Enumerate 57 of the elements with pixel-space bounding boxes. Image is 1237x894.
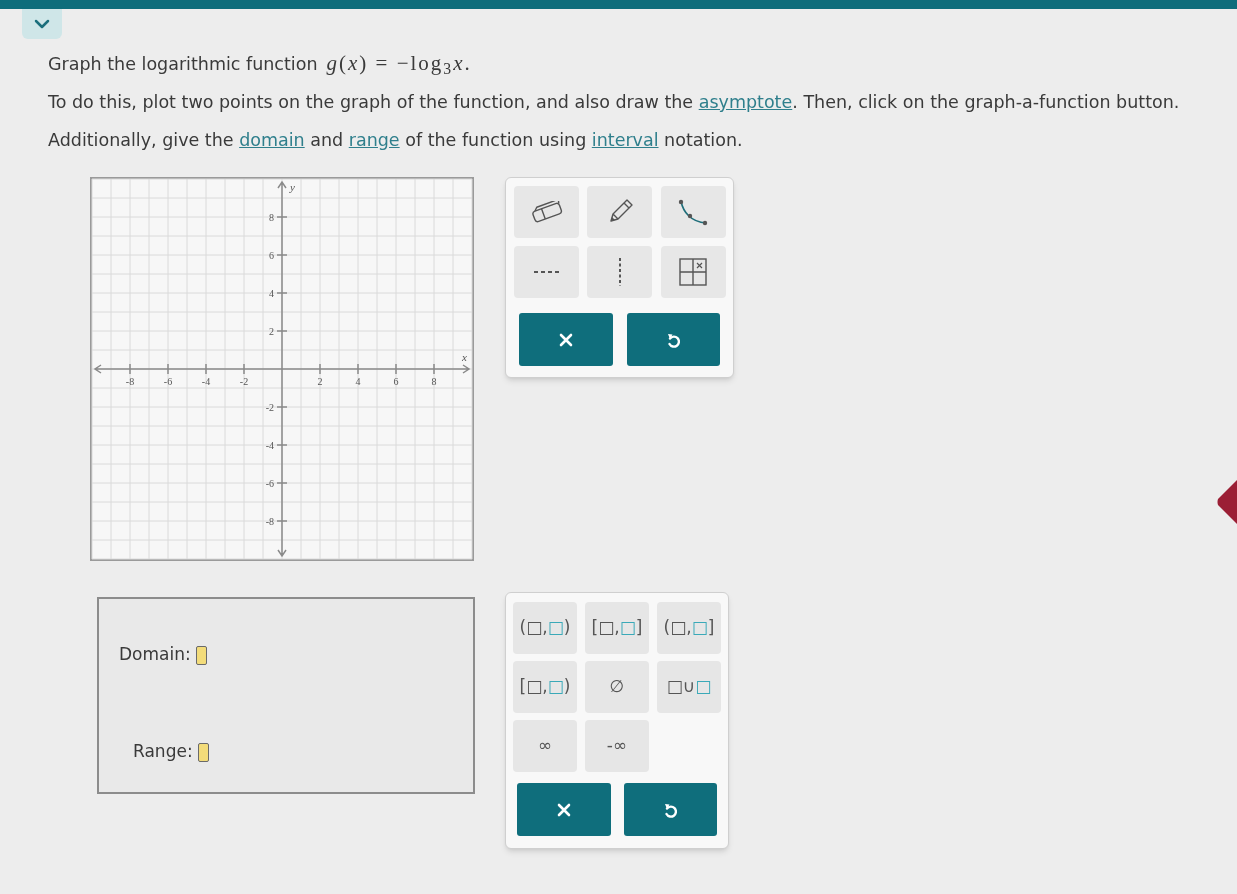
question-text: Graph the logarithmic function g(x) = −log$_{3}$x. (48, 51, 473, 76)
pencil-button[interactable] (587, 186, 653, 238)
side-marker-icon (1217, 480, 1237, 524)
field-label: Domain: (119, 643, 191, 667)
clear-button[interactable] (519, 313, 613, 366)
tick-label: 2 (317, 376, 323, 387)
tick-label: 8 (431, 376, 437, 387)
notation-button[interactable]: (□,□) (513, 602, 577, 654)
curve-icon (677, 198, 710, 226)
answer-box[interactable] (195, 645, 207, 665)
curve-button[interactable] (660, 186, 726, 238)
close-icon (556, 802, 571, 817)
grid-icon (679, 258, 708, 286)
tick-label: -2 (265, 401, 274, 413)
tick-label: -2 (239, 376, 249, 387)
instruction-text: To do this, plot two points on the graph of the function, and also draw the asymptote. Then, click on the graph-a-function button. (48, 91, 1181, 114)
axis-label: y (290, 181, 295, 193)
instruction-text: Additionally, give the domain and range of the function using interval notation. (48, 129, 744, 152)
tick-label: -8 (125, 376, 135, 387)
eraser-icon (529, 201, 564, 223)
tick-label: 6 (269, 249, 274, 261)
tick-label: -4 (201, 376, 211, 387)
field-label: Range: (133, 740, 193, 764)
chevron-down-icon (34, 19, 50, 29)
answer-box[interactable] (197, 742, 209, 762)
notation-button[interactable]: ∞ (513, 720, 577, 772)
collapse-button[interactable] (22, 9, 62, 39)
close-icon (558, 332, 573, 347)
link[interactable]: asymptote (698, 92, 793, 112)
coordinate-plane[interactable]: -8 -6 -4 -2 2 4 6 8 8 6 4 2 -2 -4 -6 -8 x y (90, 177, 474, 561)
tick-label: 4 (355, 376, 361, 387)
link[interactable]: domain (239, 130, 305, 150)
axis-label: x (462, 351, 467, 363)
notation-button[interactable]: (□,□] (657, 602, 721, 654)
tick-label: 2 (269, 325, 274, 337)
undo-button[interactable] (626, 313, 720, 366)
notation-button[interactable]: ∅ (585, 661, 649, 713)
notation-button[interactable]: -∞ (585, 720, 649, 772)
tick-label: -4 (265, 439, 274, 451)
notation-button[interactable]: [□,□) (513, 661, 577, 713)
link[interactable]: interval (591, 130, 659, 150)
tick-label: -8 (265, 515, 274, 527)
tick-label: 8 (269, 211, 274, 223)
tick-label: -6 (265, 477, 274, 489)
notation-button[interactable]: [□,□] (585, 602, 649, 654)
table-button[interactable] (660, 246, 726, 298)
clear-button[interactable] (517, 783, 611, 836)
undo-icon (663, 801, 678, 818)
eraser-button[interactable] (514, 186, 579, 238)
horizontal-dashed-line-icon (532, 269, 561, 275)
notation-button[interactable]: □∪□ (657, 661, 721, 713)
undo-icon (666, 331, 681, 348)
undo-button[interactable] (623, 783, 717, 836)
tick-label: -6 (163, 376, 173, 387)
tick-label: 6 (393, 376, 399, 387)
link[interactable]: range (348, 130, 400, 150)
tick-label: 4 (269, 287, 274, 299)
